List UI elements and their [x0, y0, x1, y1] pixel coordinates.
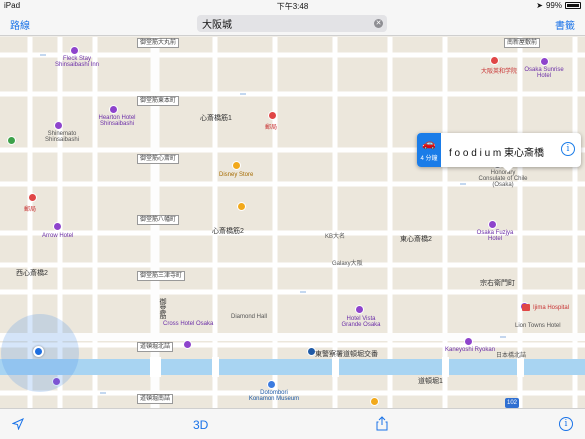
street-sign: 御堂筋八幡町 — [137, 215, 180, 225]
status-bar: iPad 下午3:48 ➤ 99% — [0, 0, 585, 11]
post-office-icon[interactable] — [268, 111, 277, 120]
poi-label: Disney Store — [219, 172, 254, 178]
street-sign: 御堂筋大丸前 — [137, 38, 180, 48]
poi-label: Honorary Consulate of Chile (Osaka) — [478, 170, 528, 188]
location-arrow-icon: ➤ — [536, 1, 543, 10]
poi-label: 郵局 — [24, 207, 37, 213]
poi-label: Osaka Sunrise Hotel — [524, 67, 564, 79]
share-icon[interactable] — [376, 416, 388, 431]
poi-label: Ijima Hospital — [533, 305, 570, 311]
callout-pointer — [503, 167, 513, 172]
bookmarks-button[interactable]: 書籤 — [555, 17, 575, 32]
poi-label: Hotel Vista Grande Osaka — [341, 316, 381, 328]
post-office-icon[interactable] — [28, 193, 37, 202]
poi-label: 東警察署道頓堀交番 — [315, 351, 378, 358]
user-location-dot[interactable] — [33, 346, 44, 357]
area-label: 東心斎橋2 — [400, 236, 432, 243]
poi-label: 日本橋北詰 — [496, 353, 527, 359]
route-shield: 102 — [505, 398, 519, 408]
park-pin-icon[interactable] — [7, 136, 16, 145]
bottom-toolbar: 3D i — [0, 408, 585, 439]
area-label: 西心斎橋2 — [16, 270, 48, 277]
battery-status: ➤ 99% — [536, 1, 581, 10]
hotel-pin-icon[interactable] — [109, 105, 118, 114]
poi-label: Hearton Hotel Shinsaibashi — [98, 115, 136, 127]
hospital-icon[interactable] — [522, 304, 530, 311]
street-sign: 道頓堀北詰 — [137, 342, 174, 352]
hotel-pin-icon[interactable] — [183, 340, 192, 349]
3d-toggle-button[interactable]: 3D — [193, 418, 208, 432]
area-label: 道頓堀1 — [418, 378, 443, 385]
hotel-pin-icon[interactable] — [355, 305, 364, 314]
poi-label: 大阪英和学院 — [481, 69, 518, 75]
place-name: f o o d i u m 東心斎橋 — [449, 148, 545, 159]
info-icon[interactable]: i — [561, 142, 575, 156]
school-pin-icon[interactable] — [490, 56, 499, 65]
map-view[interactable]: 御堂筋大丸前 御堂筋東本町 御堂筋心斎町 御堂筋八幡町 御堂筋三津寺町 道頓堀北… — [0, 37, 585, 408]
street-sign: 御堂筋東本町 — [137, 96, 180, 106]
poi-label: KB大名 — [325, 234, 346, 240]
street-sign: 御堂筋三津寺町 — [137, 271, 186, 281]
eta-label: 4 分鐘 — [420, 156, 438, 162]
directions-button[interactable]: 路線 — [10, 17, 30, 32]
store-pin-icon[interactable] — [232, 161, 241, 170]
current-location-icon[interactable] — [12, 418, 24, 430]
street-sign: 道頓堀南詰 — [137, 394, 174, 404]
street-sign: 御堂筋心斎町 — [137, 154, 180, 164]
area-label: 宗右衛門町 — [480, 280, 515, 287]
poi-label: Galaxy大阪 — [332, 261, 363, 267]
road-label: 御堂筋 — [159, 298, 166, 319]
hotel-pin-icon[interactable] — [464, 337, 473, 346]
poi-label: Diamond Hall — [231, 314, 268, 320]
hotel-pin-icon[interactable] — [54, 121, 63, 130]
area-label: 心斎橋筋2 — [212, 228, 244, 235]
hotel-pin-icon[interactable] — [70, 46, 79, 55]
battery-percent: 99% — [545, 1, 562, 10]
hotel-pin-icon[interactable] — [488, 220, 497, 229]
drive-directions-button[interactable]: 🚗 4 分鐘 — [417, 133, 441, 167]
store-pin-icon[interactable] — [370, 397, 379, 406]
store-pin-icon[interactable] — [237, 202, 246, 211]
area-label: 心斎橋筋1 — [200, 115, 232, 122]
search-input[interactable] — [202, 16, 367, 31]
poi-label: Fleck Stay Shinsaibashi Inn — [54, 56, 100, 68]
poi-label: Shinemato Shinsaibashi — [44, 131, 80, 143]
nav-bar: 路線 ✕ 書籤 — [0, 11, 585, 36]
hotel-pin-icon[interactable] — [540, 57, 549, 66]
search-field[interactable]: ✕ — [197, 15, 387, 32]
museum-pin-icon[interactable] — [267, 380, 276, 389]
poi-label: Arrow Hotel — [42, 233, 74, 239]
place-callout[interactable]: 🚗 4 分鐘 f o o d i u m 東心斎橋 i — [417, 133, 581, 172]
street-sign: 南新屋敷前 — [504, 38, 541, 48]
battery-icon — [565, 2, 581, 9]
poi-label: Lion Towns Hotel — [515, 323, 561, 329]
hotel-pin-icon[interactable] — [53, 222, 62, 231]
poi-label: 郵局 — [265, 125, 278, 131]
poi-label: Cross Hotel Osaka — [163, 321, 214, 327]
poi-label: Kaneyoshi Ryokan — [445, 347, 496, 353]
clear-icon[interactable]: ✕ — [374, 19, 383, 28]
info-icon[interactable]: i — [559, 417, 573, 431]
car-icon: 🚗 — [422, 138, 436, 150]
poi-label: Dotombori Konamon Museum — [248, 390, 300, 402]
poi-label: Osaka Fuzjya Hotel — [476, 230, 514, 242]
